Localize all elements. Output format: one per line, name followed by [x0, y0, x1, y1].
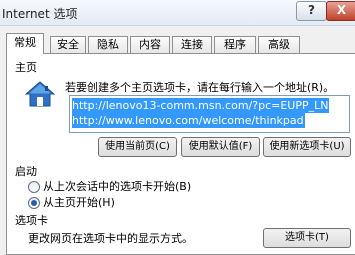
- home-page-url-line: http://www.lenovo.com/welcome/thinkpad: [72, 113, 305, 128]
- home-page-section-title: 主页: [15, 61, 37, 74]
- home-page-url-line: http://lenovo13-comm.msn.com/?pc=EUPP_LN: [72, 98, 330, 113]
- tab-content[interactable]: 内容: [130, 36, 170, 53]
- radio-selected-dot: [31, 200, 37, 206]
- close-button[interactable]: X: [326, 1, 355, 21]
- startup-option-label: 从主页开始(H): [43, 196, 115, 209]
- radio-button[interactable]: [28, 181, 40, 193]
- radio-button[interactable]: [28, 197, 40, 209]
- tab-programs[interactable]: 程序: [214, 36, 256, 53]
- tab-advanced[interactable]: 高级: [258, 36, 300, 53]
- home-page-urls-textarea[interactable]: http://lenovo13-comm.msn.com/?pc=EUPP_LN…: [69, 95, 350, 133]
- use-new-tab-button[interactable]: 使用新选项卡(U): [263, 137, 351, 157]
- tab-settings-button[interactable]: 选项卡(T): [263, 228, 351, 248]
- window-title: Internet 选项: [2, 7, 78, 21]
- startup-option-label: 从上次会话中的选项卡开始(B): [43, 180, 192, 193]
- tab-security[interactable]: 安全: [50, 36, 86, 53]
- home-page-hint: 若要创建多个主页选项卡，请在每行输入一个地址(R)。: [65, 81, 335, 94]
- tabs-section-description: 更改网页在选项卡中的显示方式。: [28, 232, 193, 245]
- use-default-button[interactable]: 使用默认值(F): [181, 137, 260, 157]
- tab-general[interactable]: 常规: [6, 33, 44, 54]
- use-current-button[interactable]: 使用当前页(C): [98, 137, 177, 157]
- tab-connections[interactable]: 连接: [172, 36, 212, 53]
- title-bar: Internet 选项 ? X: [0, 0, 355, 26]
- house-icon: [25, 81, 55, 107]
- help-button[interactable]: ?: [296, 1, 327, 21]
- startup-section-title: 启动: [15, 165, 37, 178]
- tab-privacy[interactable]: 隐私: [88, 36, 128, 53]
- tabs-section-title: 选项卡: [15, 214, 48, 227]
